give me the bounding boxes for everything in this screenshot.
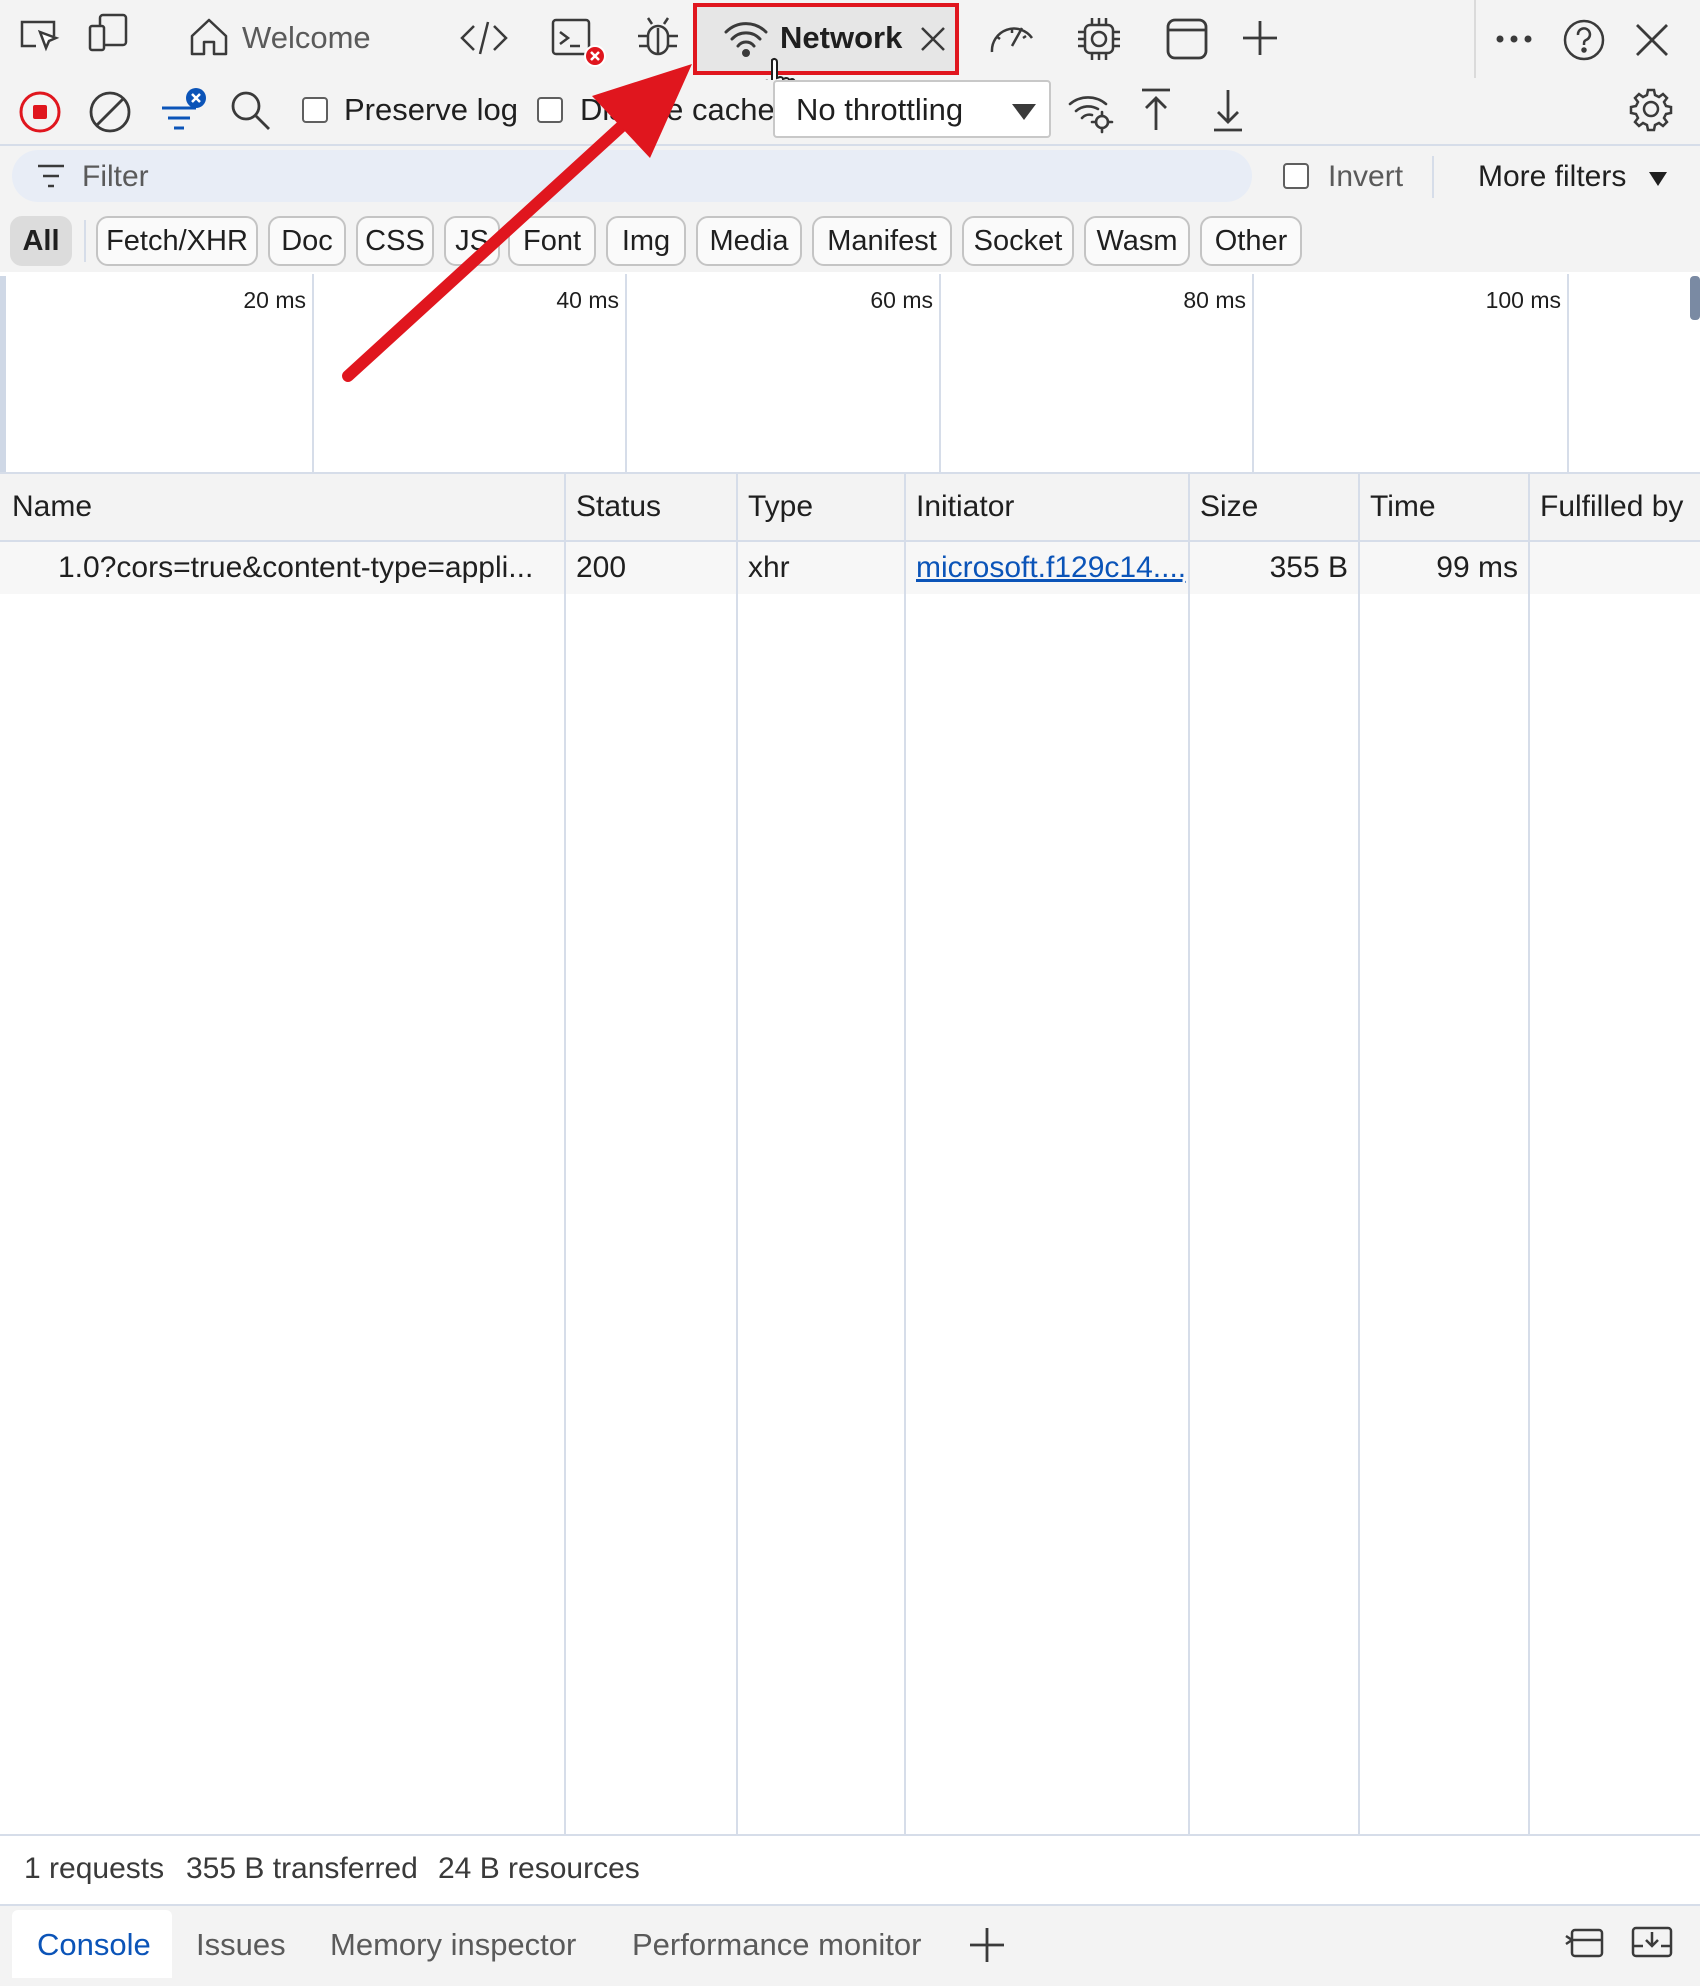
overview-tick: 80 ms	[1183, 287, 1246, 313]
overview-gridline	[939, 274, 941, 472]
drawer-tab-issues[interactable]: Issues	[196, 1927, 286, 1963]
filter-divider	[1432, 156, 1434, 198]
application-window-icon[interactable]	[1164, 16, 1210, 62]
clear-log-icon[interactable]	[88, 90, 132, 134]
cell-initiator-link[interactable]: microsoft.f129c14....j	[916, 551, 1186, 585]
network-conditions-icon[interactable]	[1066, 88, 1114, 134]
preserve-log-checkbox[interactable]	[302, 97, 328, 123]
dock-drawer-icon[interactable]	[1562, 1922, 1606, 1962]
column-header-status[interactable]: Status	[576, 490, 661, 524]
filter-placeholder: Filter	[82, 160, 149, 193]
summary-transferred: 355 B transferred	[186, 1852, 418, 1885]
column-header-name[interactable]: Name	[12, 490, 92, 524]
tab-bar-divider	[1474, 0, 1476, 78]
more-options-icon[interactable]	[1494, 24, 1534, 54]
memory-chip-icon[interactable]	[1074, 14, 1124, 64]
cell-name[interactable]: 1.0?cors=true&content-type=appli...	[58, 551, 558, 585]
add-tab-icon[interactable]	[1240, 18, 1280, 58]
import-har-icon[interactable]	[1138, 86, 1174, 134]
record-stop-icon[interactable]	[18, 90, 62, 134]
cell-size: 355 B	[1269, 551, 1348, 584]
chip-manifest[interactable]: Manifest	[812, 216, 952, 266]
drawer-tab-performance-monitor[interactable]: Performance monitor	[632, 1927, 921, 1963]
column-divider	[564, 474, 566, 1834]
annotation-arrow-icon	[330, 40, 710, 390]
chip-fetch-xhr[interactable]: Fetch/XHR	[96, 216, 258, 266]
overview-tick: 60 ms	[870, 287, 933, 313]
column-divider	[1188, 474, 1190, 1834]
chip-all[interactable]: All	[10, 216, 72, 266]
more-filters-button[interactable]: More filters	[1478, 160, 1626, 194]
cell-status: 200	[576, 551, 627, 584]
tab-network-label[interactable]: Network	[780, 20, 902, 56]
close-tab-icon[interactable]	[918, 24, 948, 54]
chip-socket[interactable]: Socket	[962, 216, 1074, 266]
settings-gear-icon[interactable]	[1628, 86, 1674, 132]
column-divider	[1358, 474, 1360, 1834]
chip-other[interactable]: Other	[1200, 216, 1302, 266]
wifi-network-icon	[722, 16, 770, 60]
chevron-down-icon	[1010, 102, 1038, 122]
search-icon[interactable]	[228, 88, 272, 132]
invert-label[interactable]: Invert	[1328, 160, 1403, 194]
column-header-initiator[interactable]: Initiator	[916, 490, 1014, 524]
more-filters-caret-icon	[1648, 171, 1668, 187]
overview-left-handle[interactable]	[0, 276, 6, 472]
summary-resources: 24 B resources	[438, 1852, 640, 1885]
close-devtools-icon[interactable]	[1634, 22, 1670, 58]
performance-gauge-icon[interactable]	[986, 16, 1038, 60]
drawer-tab-memory-inspector[interactable]: Memory inspector	[330, 1927, 576, 1963]
invert-checkbox[interactable]	[1283, 163, 1309, 189]
overview-gridline	[1252, 274, 1254, 472]
device-emulation-icon[interactable]	[86, 12, 132, 56]
summary-requests: 1 requests	[24, 1852, 165, 1885]
column-header-size[interactable]: Size	[1200, 490, 1258, 524]
cell-type: xhr	[748, 551, 790, 584]
filter-lines-icon	[36, 162, 66, 190]
column-header-time[interactable]: Time	[1370, 490, 1436, 524]
chip-media[interactable]: Media	[696, 216, 802, 266]
column-header-fulfilled-by[interactable]: Fulfilled by	[1540, 490, 1683, 524]
overview-right-handle[interactable]	[1690, 276, 1700, 320]
drawer-tab-console-label[interactable]: Console	[37, 1927, 151, 1963]
throttling-value: No throttling	[796, 92, 964, 127]
export-har-icon[interactable]	[1210, 86, 1246, 134]
help-icon[interactable]	[1562, 18, 1606, 62]
overview-gridline	[1567, 274, 1569, 472]
minimize-drawer-icon[interactable]	[1630, 1922, 1674, 1962]
overview-tick: 20 ms	[243, 287, 306, 313]
filter-toggle-icon[interactable]	[158, 86, 208, 136]
cell-time: 99 ms	[1436, 551, 1518, 584]
inspect-element-icon[interactable]	[18, 14, 62, 58]
column-divider	[904, 474, 906, 1834]
column-divider	[1528, 474, 1530, 1834]
drawer-add-tab-icon[interactable]	[968, 1926, 1006, 1964]
overview-gridline	[312, 274, 314, 472]
column-header-type[interactable]: Type	[748, 490, 813, 524]
chip-divider	[84, 220, 86, 262]
chip-wasm[interactable]: Wasm	[1084, 216, 1190, 266]
home-icon	[186, 14, 232, 60]
table-header	[0, 474, 1700, 542]
column-divider	[736, 474, 738, 1834]
overview-tick: 100 ms	[1485, 287, 1561, 313]
